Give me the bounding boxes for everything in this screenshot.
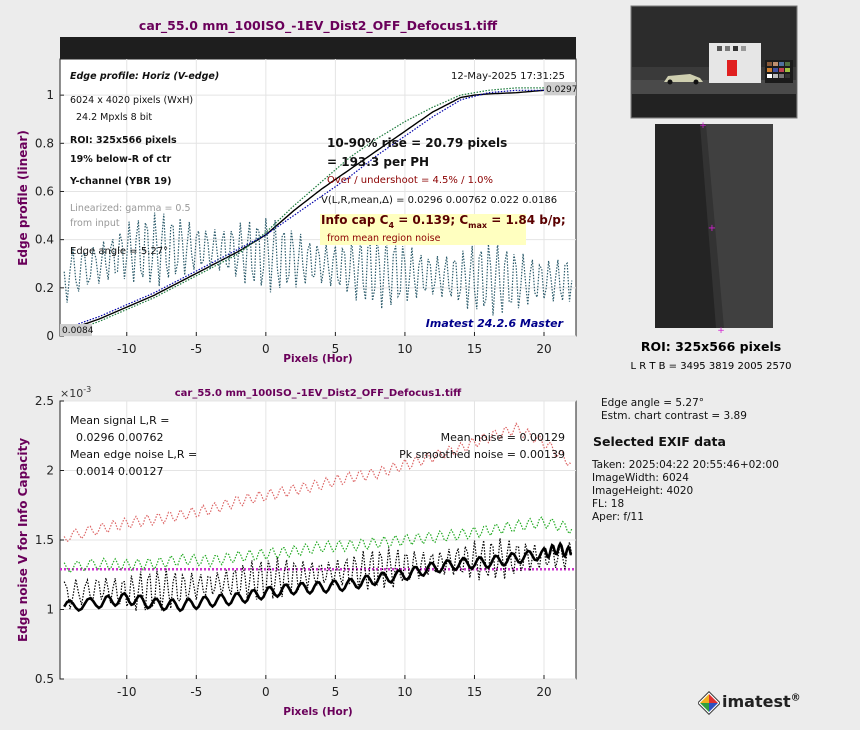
mean-noise-label: Mean noise = 0.00129 xyxy=(441,431,565,444)
x-tick-label: -5 xyxy=(190,342,202,356)
scene-color-patch xyxy=(767,62,772,66)
mean-edge-noise-value: 0.0014 0.00127 xyxy=(76,465,163,478)
pk-noise-label: Pk smoothed noise = 0.00139 xyxy=(399,448,565,461)
roi-label: ROI: 325x566 pixels xyxy=(70,135,177,146)
mpx-label: 24.2 Mpxls 8 bit xyxy=(76,112,152,123)
scene-red-edge xyxy=(727,60,737,76)
x-tick-label: 0 xyxy=(262,342,270,356)
y-tick-label: 2 xyxy=(46,464,54,478)
mean-signal-value: 0.0296 0.00762 xyxy=(76,431,163,444)
scene-car-wheel xyxy=(693,79,699,85)
top-ylabel: Edge profile (linear) xyxy=(16,130,30,266)
exponent-label: ×10-3 xyxy=(60,385,91,400)
exif-item: ImageWidth: 6024 xyxy=(592,472,689,484)
exif-title: Selected EXIF data xyxy=(593,434,726,449)
mean-edge-noise-label: Mean edge noise L,R = xyxy=(70,448,197,461)
mean-signal-label: Mean signal L,R = xyxy=(70,414,169,427)
x-tick-label: -10 xyxy=(117,342,137,356)
y-tick-label: 2.5 xyxy=(35,394,54,408)
top-xlabel: Pixels (Hor) xyxy=(283,353,352,365)
y-tick-label: 1.5 xyxy=(35,533,54,547)
edge-profile-plot: -10 -5 0 5 10 15 2000.20.40.60.81 Edge profile… xyxy=(16,37,578,365)
info-note-label: from mean region noise xyxy=(327,233,441,244)
exif-item: Aper: f/11 xyxy=(592,511,644,523)
roi-marker-bottom: + xyxy=(717,326,725,336)
roi-coords: L R T B = 3495 3819 2005 2570 xyxy=(630,361,792,372)
scene-color-patch xyxy=(785,68,790,72)
left-value: 0.0084 xyxy=(62,326,94,336)
window-title: car_55.0 mm_100ISO_-1EV_Dist2_OFF_Defocu… xyxy=(139,18,498,34)
below-label: 19% below-R of ctr xyxy=(70,154,172,165)
bottom-title: car_55.0 mm_100ISO_-1EV_Dist2_OFF_Defocu… xyxy=(175,388,462,399)
overshoot-label: Over / undershoot = 4.5% / 1.0% xyxy=(327,175,493,186)
y-tick-label: 0.8 xyxy=(35,136,54,150)
edge-angle-label: Edge angle = 5.27° xyxy=(70,246,168,257)
scene-color-patch xyxy=(779,68,784,72)
y-tick-label: 1 xyxy=(46,88,54,102)
scene-thumbnail xyxy=(630,5,798,119)
scene-color-patch xyxy=(779,62,784,66)
scene-chart-patch xyxy=(741,46,746,51)
scene-color-patch xyxy=(773,68,778,72)
x-tick-label: 15 xyxy=(467,342,482,356)
x-tick-label: 20 xyxy=(536,685,551,699)
date-label: 12-May-2025 17:31:25 xyxy=(451,71,565,82)
x-tick-label: 20 xyxy=(536,342,551,356)
rise-per-ph-label: = 193.3 per PH xyxy=(327,155,429,169)
y-tick-label: 1 xyxy=(46,603,54,617)
scene-chart-patch xyxy=(733,46,738,51)
edge-angle-info: Edge angle = 5.27° Estm. chart contrast … xyxy=(592,397,747,423)
y-tick-label: 0.4 xyxy=(35,233,54,247)
roi-marker-top: + xyxy=(699,121,707,131)
exif-item: FL: 18 xyxy=(592,498,625,510)
plot-header-bar xyxy=(60,37,576,59)
roi-marker-center: + xyxy=(708,223,716,234)
roi-title: ROI: 325x566 pixels xyxy=(640,339,782,354)
imatest-logo-text: imatest® xyxy=(722,692,801,711)
edge-noise-plot: car_55.0 mm_100ISO_-1EV_Dist2_OFF_Defocu… xyxy=(16,385,577,718)
scene-car-wheel xyxy=(667,79,673,85)
roi-crop: + + + xyxy=(655,121,773,336)
scene-color-patch xyxy=(767,68,772,72)
version-label: Imatest 24.2.6 Master xyxy=(426,317,564,330)
channel-label: Y-channel (YBR 19) xyxy=(69,176,171,187)
pixels-label: 6024 x 4020 pixels (WxH) xyxy=(70,95,193,106)
bottom-xlabel: Pixels (Hor) xyxy=(283,706,352,718)
y-tick-label: 0.2 xyxy=(35,281,54,295)
scene-chart-patch xyxy=(725,46,730,51)
x-tick-label: 5 xyxy=(332,685,340,699)
edge-angle-text: Edge angle = 5.27° xyxy=(601,397,704,409)
bottom-ylabel: Edge noise V for Info Capacity xyxy=(16,438,30,642)
x-tick-label: -10 xyxy=(117,685,137,699)
scene-chart-patch xyxy=(717,46,722,51)
y-tick-label: 0.5 xyxy=(35,672,54,686)
right-value: 0.0297 xyxy=(546,85,578,95)
x-tick-label: 0 xyxy=(262,685,270,699)
y-tick-label: 0 xyxy=(46,329,54,343)
scene-color-patch xyxy=(785,74,790,78)
y-tick-label: 0.6 xyxy=(35,184,54,198)
linearized-label: Linearized: gamma = 0.5 xyxy=(70,203,191,214)
scene-color-patch xyxy=(773,74,778,78)
scene-color-patch xyxy=(773,62,778,66)
linearized-label-2: from input xyxy=(70,218,120,229)
vlr-label: V(L,R,mean,Δ) = 0.0296 0.00762 0.022 0.0… xyxy=(321,195,557,206)
exif-list: Taken: 2025:04:22 20:55:46+02:00 ImageWi… xyxy=(592,459,779,524)
x-tick-label: 15 xyxy=(467,685,482,699)
edge-profile-header: Edge profile: Horiz (V-edge) xyxy=(70,71,219,82)
rise-label: 10-90% rise = 20.79 pixels xyxy=(327,136,507,150)
imatest-logo-icon xyxy=(698,691,720,715)
exif-item: Taken: 2025:04:22 20:55:46+02:00 xyxy=(592,459,779,471)
x-tick-label: -5 xyxy=(190,685,202,699)
contrast-text: Estm. chart contrast = 3.89 xyxy=(601,410,747,422)
scene-color-patch xyxy=(767,74,772,78)
scene-color-patch xyxy=(785,62,790,66)
x-tick-label: 10 xyxy=(397,685,412,699)
scene-color-patch xyxy=(779,74,784,78)
exif-item: ImageHeight: 4020 xyxy=(592,485,694,497)
x-tick-label: 10 xyxy=(397,342,412,356)
scene-floor-shadow xyxy=(632,94,796,117)
